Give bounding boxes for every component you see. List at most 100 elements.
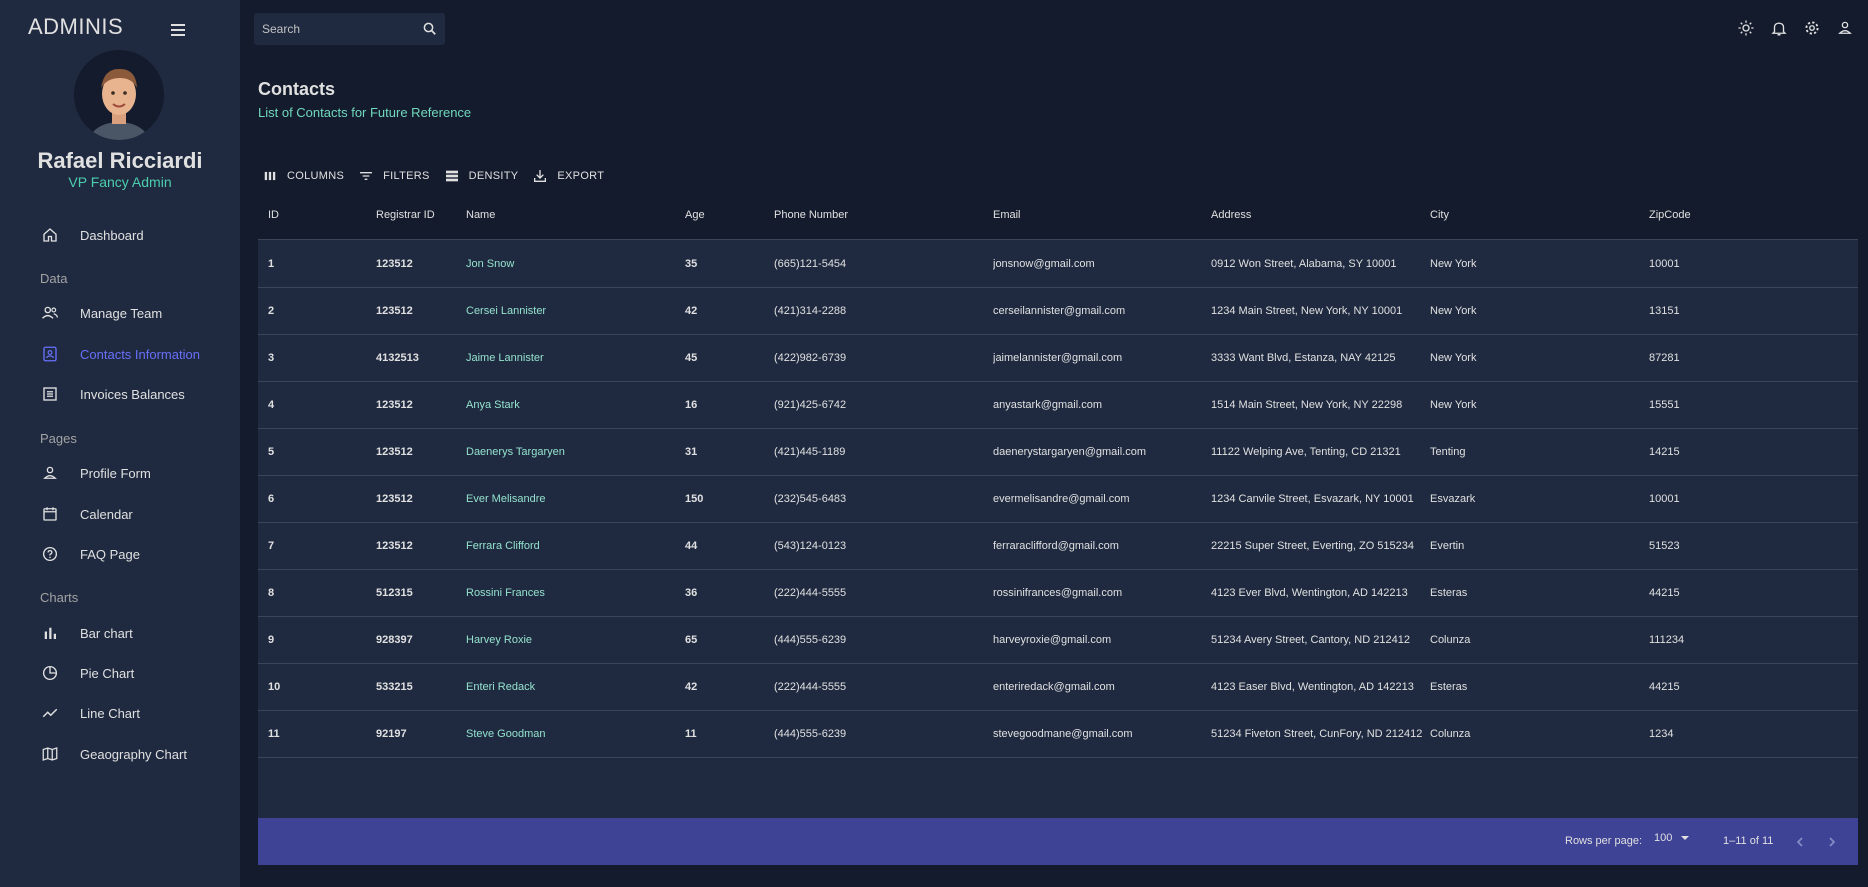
table-cell-id[interactable]: 11 [268, 728, 368, 740]
table-row[interactable]: 1 123512 Jon Snow 35 (665)121-5454 jonsnow@gm… [258, 241, 1858, 288]
table-cell-city[interactable]: Esteras [1430, 681, 1640, 693]
table-cell-city[interactable]: New York [1430, 305, 1640, 317]
table-cell-email[interactable]: stevegoodmane@gmail.com [993, 728, 1203, 740]
table-cell-age[interactable]: 45 [685, 352, 765, 364]
table-cell-address[interactable]: 51234 Fiveton Street, CunFory, ND 212412 [1211, 728, 1423, 740]
sidebar-item-geography-chart[interactable]: Geaography Chart [40, 739, 230, 769]
table-cell-registrar-id[interactable]: 92197 [376, 728, 461, 740]
table-cell-registrar-id[interactable]: 123512 [376, 305, 461, 317]
table-row[interactable]: 6 123512 Ever Melisandre 150 (232)545-6483 ev… [258, 476, 1858, 523]
table-row[interactable]: 9 928397 Harvey Roxie 65 (444)555-6239 harvey… [258, 617, 1858, 664]
sidebar-item-invoices[interactable]: Invoices Balances [40, 379, 230, 409]
table-cell-id[interactable]: 10 [268, 681, 368, 693]
table-cell-city[interactable]: New York [1430, 352, 1640, 364]
table-cell-name[interactable]: Enteri Redack [466, 681, 676, 693]
sidebar-item-dashboard[interactable]: Dashboard [40, 220, 230, 250]
table-cell-name[interactable]: Daenerys Targaryen [466, 446, 676, 458]
rows-per-page-select[interactable]: 100 [1654, 832, 1690, 844]
table-row[interactable]: 7 123512 Ferrara Clifford 44 (543)124-0123 fe… [258, 523, 1858, 570]
table-cell-zipcode[interactable]: 15551 [1649, 399, 1849, 411]
table-cell-registrar-id[interactable]: 123512 [376, 399, 461, 411]
table-cell-email[interactable]: harveyroxie@gmail.com [993, 634, 1203, 646]
table-cell-city[interactable]: Esteras [1430, 587, 1640, 599]
column-header-city[interactable]: City [1430, 209, 1640, 221]
next-page-icon[interactable] [1824, 834, 1840, 850]
table-cell-age[interactable]: 42 [685, 681, 765, 693]
export-button[interactable]: EXPORT [532, 168, 604, 184]
table-cell-registrar-id[interactable]: 533215 [376, 681, 461, 693]
table-cell-phone[interactable]: (232)545-6483 [774, 493, 984, 505]
table-cell-age[interactable]: 150 [685, 493, 765, 505]
table-cell-id[interactable]: 8 [268, 587, 368, 599]
table-cell-id[interactable]: 3 [268, 352, 368, 364]
table-cell-city[interactable]: Colunza [1430, 634, 1640, 646]
table-cell-age[interactable]: 31 [685, 446, 765, 458]
table-cell-phone[interactable]: (444)555-6239 [774, 728, 984, 740]
table-cell-city[interactable]: New York [1430, 399, 1640, 411]
sidebar-item-calendar[interactable]: Calendar [40, 499, 230, 529]
sidebar-item-profile-form[interactable]: Profile Form [40, 458, 230, 488]
table-cell-address[interactable]: 4123 Easer Blvd, Wentington, AD 142213 [1211, 681, 1423, 693]
table-cell-email[interactable]: jonsnow@gmail.com [993, 258, 1203, 270]
table-cell-email[interactable]: rossinifrances@gmail.com [993, 587, 1203, 599]
table-cell-registrar-id[interactable]: 4132513 [376, 352, 461, 364]
table-cell-registrar-id[interactable]: 928397 [376, 634, 461, 646]
table-cell-zipcode[interactable]: 14215 [1649, 446, 1849, 458]
sidebar-item-manage-team[interactable]: Manage Team [40, 298, 230, 328]
table-cell-email[interactable]: ferraraclifford@gmail.com [993, 540, 1203, 552]
table-cell-phone[interactable]: (222)444-5555 [774, 681, 984, 693]
table-cell-zipcode[interactable]: 87281 [1649, 352, 1849, 364]
table-cell-name[interactable]: Jon Snow [466, 258, 676, 270]
table-cell-id[interactable]: 4 [268, 399, 368, 411]
table-cell-name[interactable]: Steve Goodman [466, 728, 676, 740]
search-input[interactable] [254, 22, 404, 36]
table-cell-name[interactable]: Harvey Roxie [466, 634, 676, 646]
table-cell-city[interactable]: Evertin [1430, 540, 1640, 552]
table-cell-zipcode[interactable]: 13151 [1649, 305, 1849, 317]
table-cell-email[interactable]: enteriredack@gmail.com [993, 681, 1203, 693]
sidebar-item-bar-chart[interactable]: Bar chart [40, 618, 230, 648]
table-cell-address[interactable]: 4123 Ever Blvd, Wentington, AD 142213 [1211, 587, 1423, 599]
notifications-icon[interactable] [1769, 18, 1789, 38]
table-cell-age[interactable]: 36 [685, 587, 765, 599]
table-cell-address[interactable]: 51234 Avery Street, Cantory, ND 212412 [1211, 634, 1423, 646]
table-cell-phone[interactable]: (921)425-6742 [774, 399, 984, 411]
table-cell-name[interactable]: Anya Stark [466, 399, 676, 411]
column-header-registrar-id[interactable]: Registrar ID [376, 209, 461, 221]
table-cell-address[interactable]: 1234 Main Street, New York, NY 10001 [1211, 305, 1423, 317]
sidebar-item-faq[interactable]: FAQ Page [40, 539, 230, 569]
previous-page-icon[interactable] [1792, 834, 1808, 850]
table-cell-address[interactable]: 3333 Want Blvd, Estanza, NAY 42125 [1211, 352, 1423, 364]
table-cell-zipcode[interactable]: 10001 [1649, 493, 1849, 505]
table-cell-city[interactable]: Colunza [1430, 728, 1640, 740]
sidebar-item-line-chart[interactable]: Line Chart [40, 698, 230, 728]
table-cell-city[interactable]: Tenting [1430, 446, 1640, 458]
table-cell-id[interactable]: 5 [268, 446, 368, 458]
table-cell-zipcode[interactable]: 44215 [1649, 681, 1849, 693]
sidebar-item-contacts[interactable]: Contacts Information [40, 339, 230, 369]
table-cell-id[interactable]: 9 [268, 634, 368, 646]
table-cell-id[interactable]: 6 [268, 493, 368, 505]
table-cell-address[interactable]: 1234 Canvile Street, Esvazark, NY 10001 [1211, 493, 1423, 505]
table-cell-zipcode[interactable]: 111234 [1649, 634, 1849, 646]
search-icon[interactable] [421, 20, 439, 38]
table-cell-age[interactable]: 35 [685, 258, 765, 270]
table-cell-email[interactable]: daenerystargaryen@gmail.com [993, 446, 1203, 458]
table-row[interactable]: 11 92197 Steve Goodman 11 (444)555-6239 steve… [258, 711, 1858, 758]
table-cell-phone[interactable]: (543)124-0123 [774, 540, 984, 552]
table-cell-email[interactable]: jaimelannister@gmail.com [993, 352, 1203, 364]
table-cell-phone[interactable]: (421)314-2288 [774, 305, 984, 317]
table-cell-registrar-id[interactable]: 123512 [376, 258, 461, 270]
table-cell-name[interactable]: Jaime Lannister [466, 352, 676, 364]
table-row[interactable]: 10 533215 Enteri Redack 42 (222)444-5555 ente… [258, 664, 1858, 711]
person-icon[interactable] [1835, 18, 1855, 38]
table-row[interactable]: 8 512315 Rossini Frances 36 (222)444-5555 ros… [258, 570, 1858, 617]
table-row[interactable]: 5 123512 Daenerys Targaryen 31 (421)445-1189… [258, 429, 1858, 476]
column-header-age[interactable]: Age [685, 209, 765, 221]
table-cell-city[interactable]: New York [1430, 258, 1640, 270]
table-cell-registrar-id[interactable]: 123512 [376, 446, 461, 458]
columns-button[interactable]: COLUMNS [262, 168, 344, 184]
light-mode-icon[interactable] [1736, 18, 1756, 38]
table-cell-age[interactable]: 65 [685, 634, 765, 646]
table-cell-address[interactable]: 0912 Won Street, Alabama, SY 10001 [1211, 258, 1423, 270]
